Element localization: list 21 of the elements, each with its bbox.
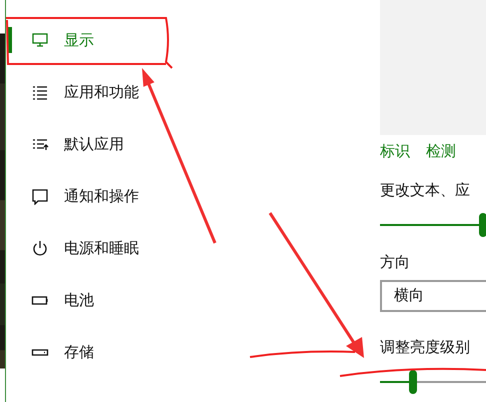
link[interactable]: 标识 [380,140,410,162]
setting-label: 更改文本、应 [380,180,471,200]
dropdown[interactable]: 横向 [380,280,486,312]
slider-thumb[interactable] [408,370,417,394]
slider-thumb[interactable] [478,213,486,237]
slider[interactable] [380,370,486,394]
setting-label: 方向 [380,252,411,273]
setting-label: 调整亮度级别 [380,336,471,358]
message-icon [31,187,49,205]
nav-item[interactable]: 电源和睡眠 [6,222,380,274]
nav-item[interactable]: 电池 [6,274,380,326]
nav-item[interactable]: 应用和功能 [6,66,380,118]
nav-item[interactable]: 显示 [6,14,380,66]
monitor-icon [31,31,49,49]
nav-item[interactable]: 通知和操作 [6,170,380,222]
slider[interactable] [380,213,486,237]
selection-bar [8,27,12,53]
link[interactable]: 检测 [426,140,456,162]
power-icon [31,239,49,257]
nav-item[interactable]: 默认应用 [6,118,380,170]
nav-item[interactable]: 存储 [6,326,380,378]
